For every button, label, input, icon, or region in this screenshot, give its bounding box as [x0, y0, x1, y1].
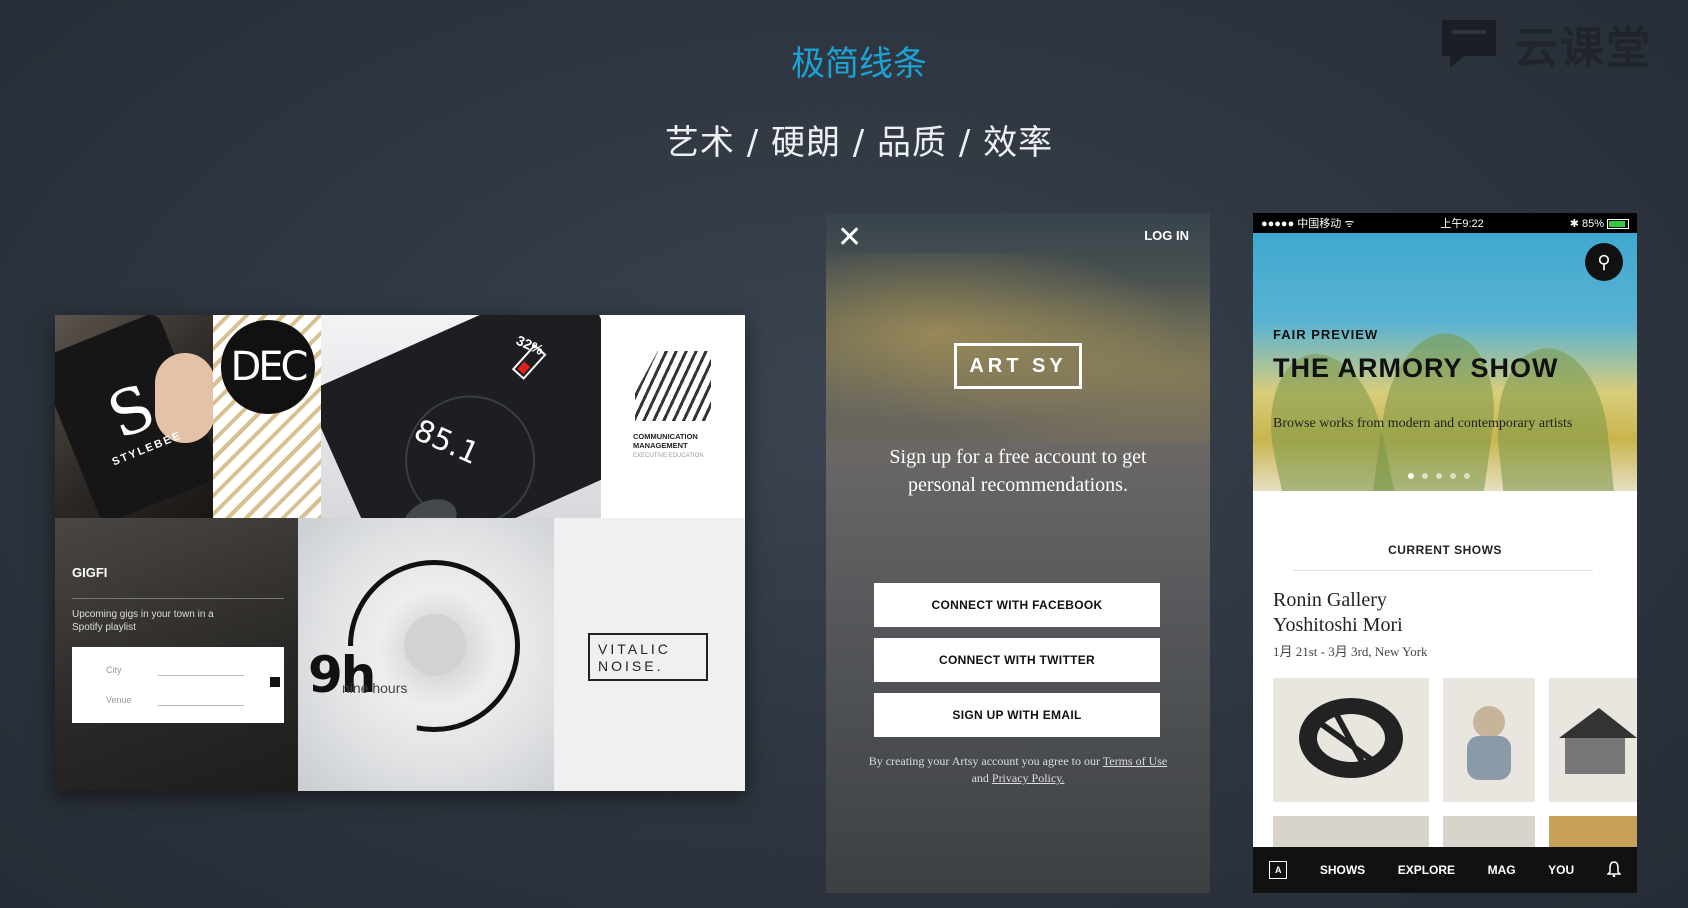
design-collage: S STYLEBEE DEC 85.1 32% COMMUNICATION MA…: [55, 315, 745, 791]
section-divider: [1293, 570, 1593, 571]
city-line: [158, 675, 244, 676]
login-link[interactable]: LOG IN: [1144, 228, 1189, 243]
communication-title: COMMUNICATION MANAGEMENT: [633, 432, 698, 450]
fair-preview-label: FAIR PREVIEW: [1273, 327, 1379, 342]
slide-subtitle: 艺术 / 硬朗 / 品质 / 效率: [664, 123, 1054, 163]
vitalic-logo: VITALIC NOISE.: [588, 633, 708, 681]
nine-hours-text: nine hours: [342, 680, 408, 696]
watch-tile: 85.1 32%: [321, 315, 601, 518]
submit-square: [270, 677, 280, 687]
artsy-signup-screen: ✕ LOG IN ART SY Sign up for a free accou…: [826, 213, 1210, 893]
show-dates: 1月 21st - 3月 3rd, New York: [1273, 644, 1428, 659]
artsy-a-icon[interactable]: A: [1269, 861, 1288, 879]
gigfi-brand: GIGFI: [72, 565, 108, 580]
battery-icon: [1606, 218, 1629, 229]
chat-bubble-icon: [1438, 16, 1500, 72]
terms-link[interactable]: Terms of Use: [1103, 754, 1167, 768]
tab-shows[interactable]: SHOWS: [1320, 863, 1365, 877]
clock: 上午9:22: [1440, 218, 1484, 230]
battery-status: ✱ 85%: [1570, 217, 1629, 230]
carousel-dot[interactable]: [1422, 473, 1428, 479]
dec-badge: DEC: [221, 320, 315, 414]
city-label: City: [106, 665, 122, 675]
vitalic-tile: VITALIC NOISE.: [554, 518, 745, 791]
legal-text: By creating your Artsy account you agree…: [866, 753, 1170, 787]
tab-explore[interactable]: EXPLORE: [1398, 863, 1455, 877]
gigfi-text: Upcoming gigs in your town in a Spotify …: [72, 609, 214, 633]
carrier: ●●●●● 中国移动 ᯤ: [1261, 218, 1355, 230]
clock-center: [404, 614, 466, 676]
slide-title: 极简线条: [791, 44, 927, 84]
flame-shape: [1371, 326, 1505, 491]
artwork-thumbnail[interactable]: [1443, 678, 1535, 802]
vitalic-line1: VITALIC: [598, 641, 671, 657]
hatch-marks: [635, 351, 711, 421]
tab-mag[interactable]: MAG: [1488, 863, 1516, 877]
dec-tile: DEC: [213, 315, 321, 518]
communication-tile: COMMUNICATION MANAGEMENT EXECUTIVE EDUCA…: [601, 315, 745, 518]
gallery-name: Ronin Gallery: [1273, 589, 1387, 611]
artwork-thumbnail[interactable]: [1273, 678, 1429, 802]
gigfi-tile: GIGFI Upcoming gigs in your town in a Sp…: [55, 518, 298, 791]
connect-twitter-button[interactable]: CONNECT WITH TWITTER: [874, 638, 1160, 682]
signup-pitch: Sign up for a free account to get person…: [889, 446, 1147, 496]
hand-image: [155, 353, 213, 443]
show-item[interactable]: Ronin Gallery Yoshitoshi Mori: [1273, 588, 1403, 638]
carousel-dot[interactable]: [1436, 473, 1442, 479]
gigfi-form-card: City Venue: [72, 647, 284, 723]
artsy-logo: ART SY: [954, 343, 1082, 389]
bell-icon[interactable]: [1605, 860, 1622, 880]
legal-prefix: By creating your Artsy account you agree…: [868, 754, 1100, 768]
carousel-dot[interactable]: [1408, 473, 1414, 479]
close-icon[interactable]: ✕: [837, 220, 862, 255]
artist-name: Yoshitoshi Mori: [1273, 614, 1403, 636]
tab-bar: A SHOWS EXPLORE MAG YOU: [1253, 847, 1637, 893]
carousel-dot[interactable]: [1450, 473, 1456, 479]
tab-you[interactable]: YOU: [1548, 863, 1574, 877]
venue-line: [158, 705, 244, 706]
battery-text: ✱ 85%: [1569, 217, 1604, 230]
privacy-link[interactable]: Privacy Policy.: [992, 771, 1065, 785]
connect-facebook-button[interactable]: CONNECT WITH FACEBOOK: [874, 583, 1160, 627]
status-bar: ●●●●● 中国移动 ᯤ 上午9:22 ✱ 85%: [1253, 213, 1637, 233]
nine-hours-tile: 9h nine hours: [298, 518, 554, 791]
hero-banner[interactable]: ⚲ FAIR PREVIEW THE ARMORY SHOW Browse wo…: [1253, 233, 1637, 491]
artwork-thumbnail[interactable]: [1549, 678, 1637, 802]
current-shows-heading: CURRENT SHOWS: [1388, 543, 1502, 557]
stylebee-tile: S STYLEBEE: [55, 315, 213, 518]
search-icon[interactable]: ⚲: [1585, 243, 1623, 281]
show-description: Browse works from modern and contemporar…: [1273, 416, 1573, 431]
vitalic-line2: NOISE.: [598, 658, 664, 674]
legal-and: and: [971, 771, 989, 785]
signup-email-button[interactable]: SIGN UP WITH EMAIL: [874, 693, 1160, 737]
venue-label: Venue: [106, 695, 132, 705]
carousel-dot[interactable]: [1464, 473, 1470, 479]
device-image: [321, 315, 601, 518]
armory-show-screen: ●●●●● 中国移动 ᯤ 上午9:22 ✱ 85% ⚲ FAIR PREVIEW…: [1253, 213, 1637, 893]
show-title: THE ARMORY SHOW: [1273, 353, 1559, 383]
brand-name: 云课堂: [1514, 23, 1652, 74]
divider: [72, 598, 284, 599]
brand-logo: 云课堂: [1438, 14, 1652, 74]
communication-subtitle: EXECUTIVE EDUCATION: [633, 453, 704, 459]
carousel-dots[interactable]: [1408, 473, 1470, 479]
